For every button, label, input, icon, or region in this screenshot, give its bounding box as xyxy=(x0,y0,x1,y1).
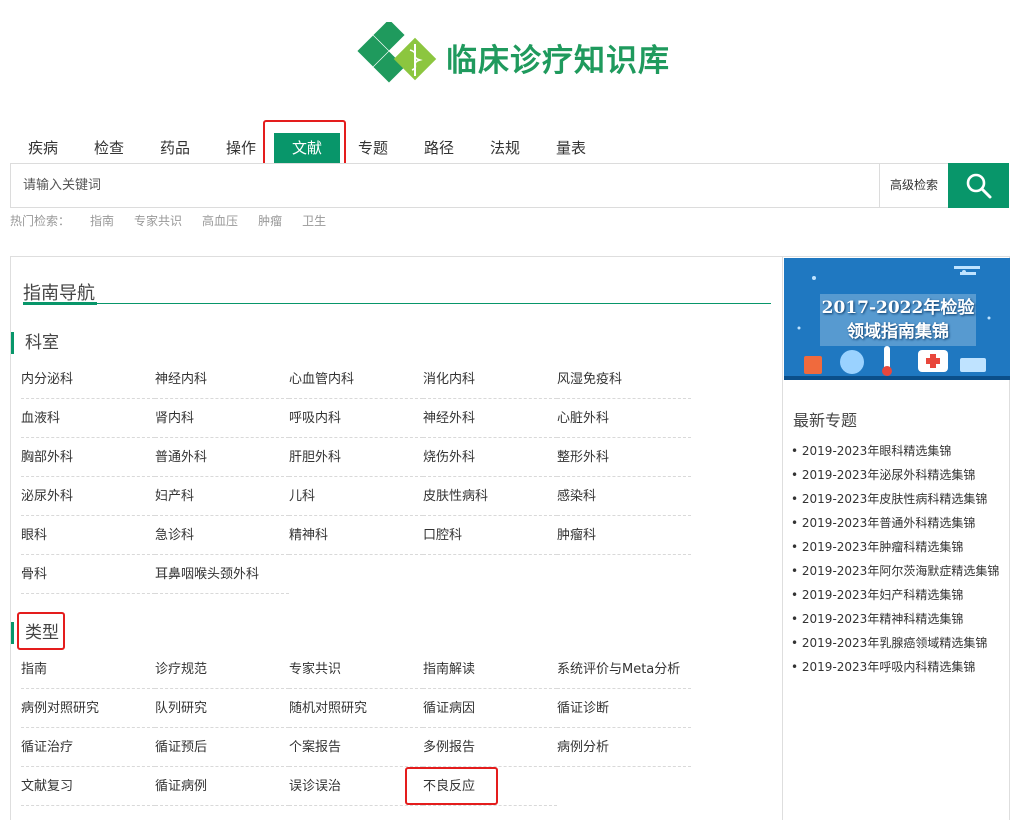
guide-link[interactable]: 循证病例 xyxy=(155,767,289,806)
latest-topics-list: 2019-2023年眼科精选集锦2019-2023年泌尿外科精选集锦2019-2… xyxy=(791,439,999,679)
brand-title: 临床诊疗知识库 xyxy=(446,42,670,79)
guide-link[interactable]: 专家共识 xyxy=(289,650,423,689)
hot-search-item[interactable]: 卫生 xyxy=(302,212,326,229)
guide-link[interactable]: 神经内科 xyxy=(155,360,289,399)
caduceus-logo-icon xyxy=(356,19,440,92)
nav-tab-pathway[interactable]: 路径 xyxy=(406,133,472,163)
latest-topic-link[interactable]: 2019-2023年皮肤性病科精选集锦 xyxy=(791,487,999,511)
title-underline xyxy=(23,302,97,305)
guide-link[interactable]: 病例对照研究 xyxy=(21,689,155,728)
nav-tab-drug[interactable]: 药品 xyxy=(142,133,208,163)
guide-link[interactable]: 耳鼻咽喉头颈外科 xyxy=(155,555,289,594)
department-section-title: 科室 xyxy=(11,332,59,354)
main-nav: 疾病 检查 药品 操作 文献 专题 路径 法规 量表 xyxy=(10,133,604,163)
guide-link[interactable]: 系统评价与Meta分析 xyxy=(557,650,691,689)
nav-tab-exam[interactable]: 检查 xyxy=(76,133,142,163)
brand-logo[interactable]: 临床诊疗知识库 xyxy=(356,19,670,92)
latest-topic-link[interactable]: 2019-2023年眼科精选集锦 xyxy=(791,439,999,463)
guide-link[interactable]: 病例分析 xyxy=(557,728,691,767)
latest-topic-link[interactable]: 2019-2023年呼吸内科精选集锦 xyxy=(791,655,999,679)
guide-link[interactable]: 指南解读 xyxy=(423,650,557,689)
guide-link[interactable]: 呼吸内科 xyxy=(289,399,423,438)
guide-navigation-panel: 指南导航 科室 内分泌科 神经内科 心血管内科 消化内科 风湿免疫科 血液科 肾内科 呼吸内科… xyxy=(10,256,782,820)
guide-link[interactable]: 妇产科 xyxy=(155,477,289,516)
guide-link[interactable]: 随机对照研究 xyxy=(289,689,423,728)
nav-tab-topic[interactable]: 专题 xyxy=(340,133,406,163)
banner-title-line2: 领域指南集锦 xyxy=(847,322,949,342)
search-bar: 高级检索 xyxy=(10,163,1009,208)
nav-tab-regulation[interactable]: 法规 xyxy=(472,133,538,163)
search-input[interactable] xyxy=(11,164,879,207)
guide-link[interactable]: 指南 xyxy=(21,650,155,689)
banner-title: 2017-2022年检验 领域指南集锦 xyxy=(820,294,976,346)
guide-link[interactable]: 肾内科 xyxy=(155,399,289,438)
sidebar: 2017-2022年检验 领域指南集锦 最新专题 2019-2023年眼科精选集… xyxy=(782,256,1010,820)
nav-tab-procedure[interactable]: 操作 xyxy=(208,133,274,163)
banner-title-line1: 2017-2022年检验 xyxy=(821,298,975,318)
guide-link[interactable]: 消化内科 xyxy=(423,360,557,399)
guide-link[interactable]: 感染科 xyxy=(557,477,691,516)
guide-link[interactable]: 不良反应 xyxy=(423,767,557,806)
latest-topic-link[interactable]: 2019-2023年阿尔茨海默症精选集锦 xyxy=(791,559,999,583)
type-section-title: 类型 xyxy=(11,622,59,644)
search-icon xyxy=(966,173,991,198)
guide-link[interactable]: 肿瘤科 xyxy=(557,516,691,555)
guide-link[interactable]: 口腔科 xyxy=(423,516,557,555)
nav-tab-disease[interactable]: 疾病 xyxy=(10,133,76,163)
guide-link[interactable]: 循证诊断 xyxy=(557,689,691,728)
guide-link[interactable]: 急诊科 xyxy=(155,516,289,555)
guide-link[interactable]: 皮肤性病科 xyxy=(423,477,557,516)
latest-topic-link[interactable]: 2019-2023年乳腺癌领域精选集锦 xyxy=(791,631,999,655)
title-divider xyxy=(23,303,771,304)
guide-link[interactable]: 胸部外科 xyxy=(21,438,155,477)
guide-link[interactable]: 循证预后 xyxy=(155,728,289,767)
latest-topic-link[interactable]: 2019-2023年妇产科精选集锦 xyxy=(791,583,999,607)
guide-link[interactable]: 心脏外科 xyxy=(557,399,691,438)
hot-search-item[interactable]: 专家共识 xyxy=(134,212,182,229)
guide-link[interactable]: 神经外科 xyxy=(423,399,557,438)
guide-link[interactable]: 队列研究 xyxy=(155,689,289,728)
latest-topic-link[interactable]: 2019-2023年普通外科精选集锦 xyxy=(791,511,999,535)
guide-link[interactable]: 心血管内科 xyxy=(289,360,423,399)
hot-search-label: 热门检索： xyxy=(10,214,71,228)
guide-link[interactable]: 误诊误治 xyxy=(289,767,423,806)
guide-link[interactable]: 循证病因 xyxy=(423,689,557,728)
guide-link[interactable]: 骨科 xyxy=(21,555,155,594)
guide-link[interactable]: 个案报告 xyxy=(289,728,423,767)
guide-link[interactable]: 普通外科 xyxy=(155,438,289,477)
guide-link[interactable]: 精神科 xyxy=(289,516,423,555)
guide-link[interactable]: 内分泌科 xyxy=(21,360,155,399)
search-button[interactable] xyxy=(948,163,1009,208)
hot-searches: 热门检索： 指南 专家共识 高血压 肿瘤 卫生 xyxy=(10,212,346,229)
hot-search-item[interactable]: 肿瘤 xyxy=(258,212,282,229)
guide-link[interactable]: 整形外科 xyxy=(557,438,691,477)
guide-link[interactable]: 血液科 xyxy=(21,399,155,438)
advanced-search-button[interactable]: 高级检索 xyxy=(879,164,948,207)
latest-topic-link[interactable]: 2019-2023年泌尿外科精选集锦 xyxy=(791,463,999,487)
guide-link[interactable]: 风湿免疫科 xyxy=(557,360,691,399)
latest-topic-link[interactable]: 2019-2023年精神科精选集锦 xyxy=(791,607,999,631)
guide-link[interactable]: 烧伤外科 xyxy=(423,438,557,477)
guide-link[interactable]: 肝胆外科 xyxy=(289,438,423,477)
latest-topics-title: 最新专题 xyxy=(793,411,858,430)
guide-link[interactable]: 诊疗规范 xyxy=(155,650,289,689)
guide-link[interactable]: 儿科 xyxy=(289,477,423,516)
guide-link[interactable]: 泌尿外科 xyxy=(21,477,155,516)
guide-link[interactable]: 多例报告 xyxy=(423,728,557,767)
type-grid: 指南 诊疗规范 专家共识 指南解读 系统评价与Meta分析病例对照研究 队列研究 随机对照研… xyxy=(21,650,691,806)
nav-tab-scale[interactable]: 量表 xyxy=(538,133,604,163)
guide-collection-banner[interactable]: 2017-2022年检验 领域指南集锦 xyxy=(784,258,1010,380)
nav-tab-literature[interactable]: 文献 xyxy=(274,133,340,163)
hot-search-item[interactable]: 指南 xyxy=(90,212,114,229)
latest-topic-link[interactable]: 2019-2023年肿瘤科精选集锦 xyxy=(791,535,999,559)
guide-link[interactable]: 文献复习 xyxy=(21,767,155,806)
hot-search-item[interactable]: 高血压 xyxy=(202,212,238,229)
department-grid: 内分泌科 神经内科 心血管内科 消化内科 风湿免疫科血液科 肾内科 呼吸内科 神经外科 心脏外科… xyxy=(21,360,691,594)
guide-link[interactable]: 眼科 xyxy=(21,516,155,555)
guide-link[interactable]: 循证治疗 xyxy=(21,728,155,767)
